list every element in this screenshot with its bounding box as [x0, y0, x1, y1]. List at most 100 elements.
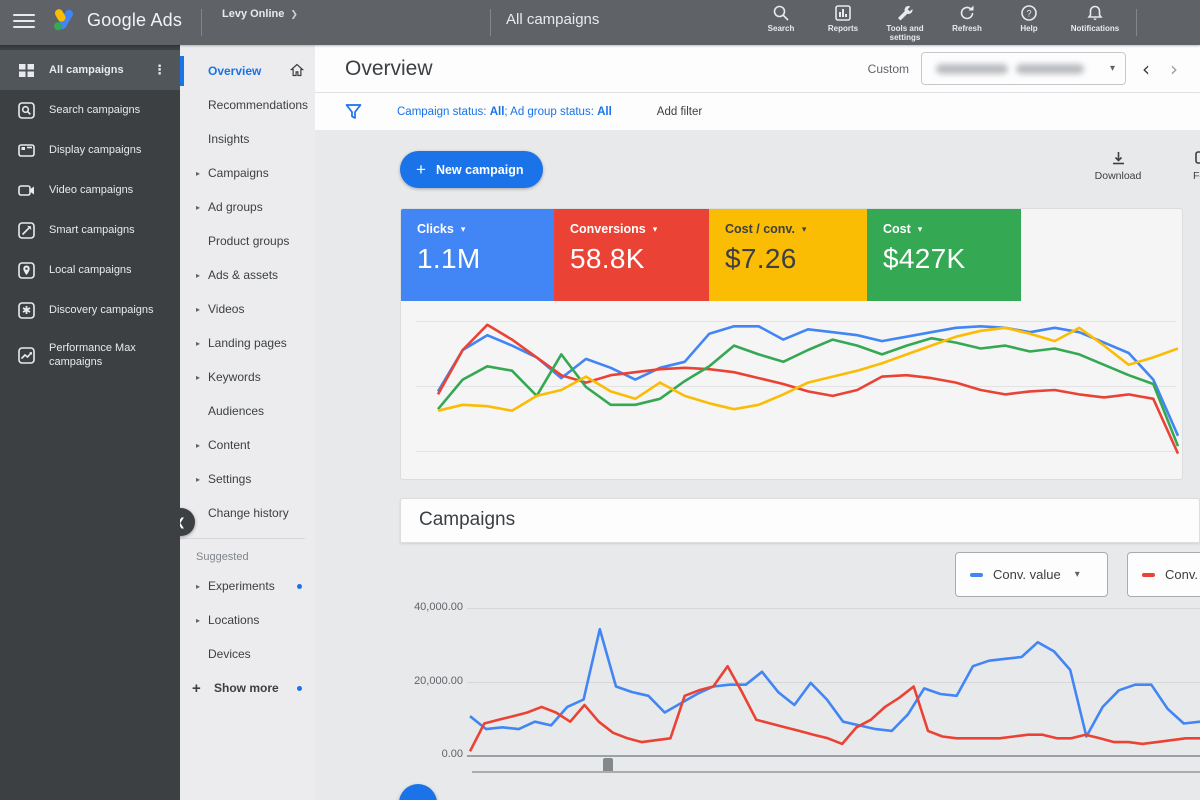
scorecard-cost[interactable]: Cost▾ $427K: [867, 209, 1021, 301]
sidebar-item-discovery-campaigns[interactable]: ✱ Discovery campaigns: [0, 290, 180, 330]
dropdown-caret-icon: ▾: [918, 224, 923, 235]
subnav-divider: [180, 538, 305, 539]
expand-arrow-icon[interactable]: ▸: [196, 373, 200, 382]
dropdown-caret-icon: ▾: [653, 224, 658, 235]
sidebar-item-display-campaigns[interactable]: Display campaigns: [0, 130, 180, 170]
legend-metric-conv-value[interactable]: Conv. value ▾: [955, 552, 1108, 597]
subnav-item-audiences[interactable]: Audiences: [180, 394, 315, 428]
reports-button[interactable]: Reports: [812, 4, 874, 33]
topbar-divider: [1136, 9, 1137, 36]
scorecard-conversions[interactable]: Conversions▾ 58.8K: [554, 209, 709, 301]
dropdown-caret-icon: ▾: [802, 224, 807, 235]
y-axis-tick-40000: 40,000.00: [383, 601, 463, 613]
wrench-icon: [896, 4, 914, 22]
subnav-item-recommendations[interactable]: Recommendations: [180, 88, 315, 122]
subnav-item-landing-pages[interactable]: ▸Landing pages: [180, 326, 315, 360]
refresh-icon: [958, 4, 976, 22]
grid-icon: [18, 62, 35, 79]
subnav-show-more[interactable]: +Show more: [180, 671, 315, 705]
sidebar-item-performance-max-campaigns[interactable]: Performance Max campaigns: [0, 330, 180, 380]
new-campaign-button[interactable]: + New campaign: [400, 151, 543, 188]
tools-settings-button[interactable]: Tools and settings: [874, 4, 936, 42]
expand-arrow-icon[interactable]: ▸: [196, 169, 200, 178]
sidebar-item-video-campaigns[interactable]: Video campaigns: [0, 170, 180, 210]
plus-icon: +: [416, 160, 426, 180]
discovery-icon: ✱: [18, 302, 35, 319]
expand-arrow-icon[interactable]: ▸: [196, 339, 200, 348]
selected-indicator: [180, 56, 184, 86]
add-filter-button[interactable]: Add filter: [657, 106, 702, 118]
page-title: All campaigns: [506, 11, 599, 28]
expand-arrow-icon[interactable]: ▸: [196, 203, 200, 212]
subnav-item-videos[interactable]: ▸Videos: [180, 292, 315, 326]
sidebar-item-smart-campaigns[interactable]: Smart campaigns: [0, 210, 180, 250]
sidebar-item-local-campaigns[interactable]: Local campaigns: [0, 250, 180, 290]
scorecard-row: Clicks▾ 1.1M Conversions▾ 58.8K Cost / c…: [401, 209, 1182, 301]
sidebar-item-search-campaigns[interactable]: Search campaigns: [0, 90, 180, 130]
blurred-date-text: [1016, 64, 1084, 74]
help-button[interactable]: ? Help: [998, 4, 1060, 33]
expand-arrow-icon[interactable]: ▸: [196, 616, 200, 625]
expand-arrow-icon[interactable]: ▸: [196, 475, 200, 484]
topbar-divider: [201, 9, 202, 36]
subnav-item-product-groups[interactable]: Product groups: [180, 224, 315, 258]
plus-icon: +: [192, 680, 201, 697]
x-axis-line: [467, 755, 1200, 757]
subnav-item-settings[interactable]: ▸Settings: [180, 462, 315, 496]
subnav-item-insights[interactable]: Insights: [180, 122, 315, 156]
expand-arrow-icon[interactable]: ▸: [196, 582, 200, 591]
scorecard-cost-per-conv[interactable]: Cost / conv.▾ $7.26: [709, 209, 867, 301]
search-icon: [772, 4, 790, 22]
date-range-selector[interactable]: ▾: [921, 52, 1126, 85]
subnav-item-locations[interactable]: ▸Locations: [180, 603, 315, 637]
subnav-item-change-history[interactable]: Change history: [180, 496, 315, 530]
google-ads-logo: [52, 8, 78, 32]
account-selector[interactable]: Levy Online ❯: [222, 8, 298, 20]
legend-metric-conv[interactable]: Conv.: [1127, 552, 1200, 597]
subnav-item-keywords[interactable]: ▸Keywords: [180, 360, 315, 394]
notifications-button[interactable]: Notifications: [1060, 4, 1130, 33]
menu-icon[interactable]: [13, 14, 35, 30]
subnav-item-ad-groups[interactable]: ▸Ad groups: [180, 190, 315, 224]
previous-period-button[interactable]: ‹: [1138, 57, 1154, 81]
download-icon: [1110, 150, 1127, 167]
topbar-actions: Search Reports Tools and settings Refres…: [750, 4, 1130, 42]
sidebar-item-all-campaigns[interactable]: All campaigns ⋮: [0, 50, 180, 90]
section-title: Overview: [345, 57, 433, 81]
expand-arrow-icon[interactable]: ▸: [196, 441, 200, 450]
chevron-right-icon: ❯: [290, 9, 298, 20]
feedback-button[interactable]: Fee: [1167, 150, 1200, 182]
subnav-item-devices[interactable]: Devices: [180, 637, 315, 671]
help-fab-button[interactable]: [399, 784, 437, 800]
brand[interactable]: Google Ads: [52, 8, 182, 32]
campaigns-line-chart[interactable]: [470, 600, 1200, 755]
display-icon: [18, 142, 35, 159]
top-app-bar: Google Ads Levy Online ❯ All campaigns S…: [0, 0, 1200, 45]
next-period-button[interactable]: ›: [1166, 57, 1182, 81]
video-camera-icon: [18, 182, 35, 199]
chart-scrollbar-track[interactable]: [472, 771, 1200, 773]
kebab-menu-icon[interactable]: ⋮: [149, 62, 170, 78]
search-button[interactable]: Search: [750, 4, 812, 33]
active-filters-summary[interactable]: Campaign status: All; Ad group status: A…: [397, 106, 612, 118]
overview-content: + New campaign Download Fee Clicks▾ 1.1M: [315, 130, 1200, 800]
search-box-icon: [18, 102, 35, 119]
campaign-type-sidebar: All campaigns ⋮ Search campaigns Display…: [0, 45, 180, 800]
account-name: Levy Online: [222, 8, 284, 20]
subnav-item-overview[interactable]: Overview: [180, 54, 315, 88]
suggested-section-label: Suggested: [180, 545, 315, 569]
overview-line-chart[interactable]: [438, 313, 1178, 461]
subnav-item-campaigns[interactable]: ▸Campaigns: [180, 156, 315, 190]
filter-funnel-icon: [345, 103, 362, 120]
download-button[interactable]: Download: [1083, 150, 1153, 182]
subnav-item-experiments[interactable]: ▸Experiments: [180, 569, 315, 603]
smart-icon: [18, 222, 35, 239]
refresh-button[interactable]: Refresh: [936, 4, 998, 33]
expand-arrow-icon[interactable]: ▸: [196, 305, 200, 314]
expand-arrow-icon[interactable]: ▸: [196, 271, 200, 280]
scorecard-value: $7.26: [725, 243, 867, 275]
bell-icon: [1086, 4, 1104, 22]
scorecard-clicks[interactable]: Clicks▾ 1.1M: [401, 209, 554, 301]
subnav-item-ads-assets[interactable]: ▸Ads & assets: [180, 258, 315, 292]
subnav-item-content[interactable]: ▸Content: [180, 428, 315, 462]
